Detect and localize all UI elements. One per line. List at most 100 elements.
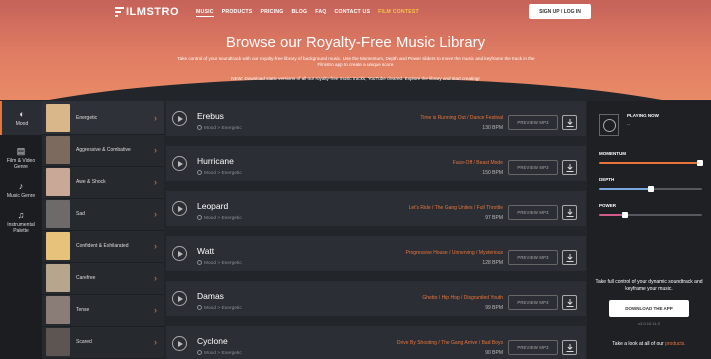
chevron-right-icon: › — [154, 144, 157, 155]
download-icon[interactable] — [562, 160, 577, 175]
track-tags[interactable]: Drive By Shooting / The Gang Arrive / Ba… — [397, 340, 503, 346]
slider-handle[interactable] — [621, 212, 628, 218]
track-category: Mood > Energetic — [197, 215, 242, 221]
mood-thumbnail — [46, 231, 70, 260]
mood-label: Awe & Shock — [76, 178, 106, 185]
chevron-right-icon: › — [154, 112, 157, 123]
slider-handle[interactable] — [696, 160, 703, 166]
download-icon[interactable] — [562, 250, 577, 265]
download-icon[interactable] — [562, 295, 577, 310]
category-music-genre[interactable]: ♪ Music Genre — [0, 173, 42, 207]
mood-label: Confident & Exhilarated — [76, 242, 129, 249]
slider-track[interactable] — [599, 162, 702, 164]
clock-icon — [197, 260, 202, 265]
track-row: Erebus Mood > Energetic Time is Running Ou… — [166, 101, 586, 141]
mood-label: Energetic — [76, 114, 98, 121]
nav-film-contest[interactable]: FILM CONTEST — [378, 9, 419, 17]
preview-mp3-button[interactable]: PREVIEW MP3 — [508, 115, 558, 130]
track-meta-text: Mood > Energetic — [204, 171, 242, 176]
track-bpm: 90 BPM — [485, 350, 503, 356]
mood-thumbnail — [46, 199, 70, 228]
track-tags[interactable]: Ghetto / Hip Hop / Disgruntled Youth — [422, 295, 503, 301]
promo-text: Take full control of your dynamic soundt… — [595, 279, 703, 292]
preview-mp3-button[interactable]: PREVIEW MP3 — [508, 160, 558, 175]
track-row: Cyclone Mood > Energetic Drive By Shooting… — [166, 326, 586, 359]
chevron-right-icon: › — [154, 304, 157, 315]
chevron-right-icon: › — [154, 336, 157, 347]
track-category: Mood > Energetic — [197, 350, 242, 356]
now-playing-title: -- — [627, 122, 631, 128]
slider-label: POWER — [599, 203, 617, 208]
main-nav: MUSIC PRODUCTS PRICING BLOG FAQ CONTACT … — [196, 9, 419, 17]
track-meta-text: Mood > Energetic — [204, 351, 242, 356]
track-bpm: 150 BPM — [482, 170, 503, 176]
mood-thumbnail — [46, 295, 70, 324]
track-tags[interactable]: Time is Running Out / Dance Festival — [420, 115, 503, 121]
preview-mp3-button[interactable]: PREVIEW MP3 — [508, 295, 558, 310]
track-name[interactable]: Cyclone — [197, 336, 228, 346]
mood-item[interactable]: Confident & Exhilarated › — [42, 229, 164, 263]
preview-mp3-button[interactable]: PREVIEW MP3 — [508, 205, 558, 220]
track-category: Mood > Energetic — [197, 305, 242, 311]
track-name[interactable]: Watt — [197, 246, 214, 256]
mood-item[interactable]: Carefree › — [42, 261, 164, 295]
category-film-genre[interactable]: ▤ Film & Video Genre — [0, 141, 42, 175]
mood-thumbnail — [46, 103, 70, 132]
track-bpm: 128 BPM — [482, 260, 503, 266]
nav-contact[interactable]: CONTACT US — [335, 9, 371, 17]
mood-item[interactable]: Aggressive & Combative › — [42, 133, 164, 167]
track-name[interactable]: Hurricane — [197, 156, 234, 166]
track-row: Damas Mood > Energetic Ghetto / Hip Hop / … — [166, 281, 586, 321]
category-mood[interactable]: ◐ Mood — [0, 101, 42, 135]
play-icon[interactable] — [172, 336, 187, 351]
track-name[interactable]: Leopard — [197, 201, 228, 211]
category-instrumental[interactable]: ♫ Instrumental Palette — [0, 205, 42, 239]
download-icon[interactable] — [562, 205, 577, 220]
nav-products[interactable]: PRODUCTS — [222, 9, 253, 17]
mood-item[interactable]: Awe & Shock › — [42, 165, 164, 199]
hero-description: Take control of your soundtrack with our… — [177, 56, 535, 67]
track-tags[interactable]: Progressive House / Unnerving / Mysterio… — [405, 250, 503, 256]
track-row: Hurricane Mood > Energetic Face-Off / Beas… — [166, 146, 586, 186]
preview-mp3-button[interactable]: PREVIEW MP3 — [508, 250, 558, 265]
play-icon[interactable] — [172, 111, 187, 126]
category-sidebar: ◐ Mood ▤ Film & Video Genre ♪ Music Genr… — [0, 101, 42, 359]
track-name[interactable]: Damas — [197, 291, 224, 301]
logo[interactable]: ILMSTRO — [115, 6, 179, 18]
slider-track[interactable] — [599, 214, 702, 216]
track-tags[interactable]: Let's Ride / The Gang Unites / Full Thro… — [409, 205, 503, 211]
mood-item[interactable]: Energetic › — [42, 101, 164, 135]
mood-item[interactable]: Tense › — [42, 293, 164, 327]
track-category: Mood > Energetic — [197, 125, 242, 131]
mood-icon: ◐ — [19, 109, 25, 119]
products-link[interactable]: products. — [665, 341, 686, 347]
track-bpm: 97 BPM — [485, 215, 503, 221]
app-version: v3.0.10.11.0 — [638, 321, 660, 326]
nav-music[interactable]: MUSIC — [196, 9, 214, 17]
nav-faq[interactable]: FAQ — [315, 9, 326, 17]
play-icon[interactable] — [172, 201, 187, 216]
track-name[interactable]: Erebus — [197, 111, 224, 121]
preview-mp3-button[interactable]: PREVIEW MP3 — [508, 340, 558, 355]
mood-thumbnail — [46, 327, 70, 356]
play-icon[interactable] — [172, 246, 187, 261]
mood-label: Carefree — [76, 274, 96, 281]
download-icon[interactable] — [562, 340, 577, 355]
slider-label: MOMENTUM — [599, 151, 626, 156]
chevron-right-icon: › — [154, 208, 157, 219]
clock-icon — [197, 305, 202, 310]
download-icon[interactable] — [562, 115, 577, 130]
chevron-right-icon: › — [154, 272, 157, 283]
nav-blog[interactable]: BLOG — [291, 9, 307, 17]
signup-login-button[interactable]: SIGN UP / LOG IN — [529, 4, 591, 19]
slider-handle[interactable] — [647, 186, 654, 192]
mood-item[interactable]: Scared › — [42, 325, 164, 359]
play-icon[interactable] — [172, 291, 187, 306]
mood-item[interactable]: Sad › — [42, 197, 164, 231]
nav-pricing[interactable]: PRICING — [260, 9, 283, 17]
download-app-button[interactable]: DOWNLOAD THE APP — [609, 300, 689, 317]
track-tags[interactable]: Face-Off / Beast Mode — [453, 160, 503, 166]
chevron-right-icon: › — [154, 176, 157, 187]
look-text: Take a look at all of our — [612, 341, 664, 347]
play-icon[interactable] — [172, 156, 187, 171]
